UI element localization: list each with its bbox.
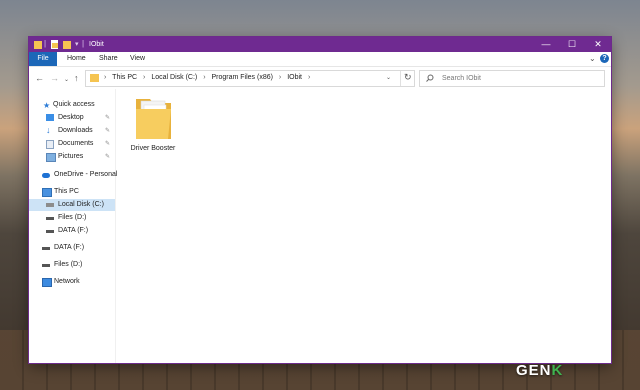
navigation-bar: ← → ⌄ ↑ › This PC › Local Disk (C:) › Pr… <box>29 67 611 89</box>
nav-item-label: This PC <box>54 188 79 195</box>
nav-item-label: Files (D:) <box>54 261 83 268</box>
nav-item-label: Pictures <box>58 153 84 160</box>
nav-item-label: Desktop <box>58 114 84 121</box>
nav-item-label: DATA (F:) <box>58 227 89 234</box>
nav-item-label: OneDrive - Personal <box>54 171 118 178</box>
network-icon <box>42 278 52 287</box>
search-box[interactable]: Search IObit <box>419 70 605 87</box>
nav-item-drive-files-d[interactable]: Files (D:) <box>29 259 115 271</box>
drive-icon <box>46 217 54 220</box>
nav-item-label: Network <box>54 278 80 285</box>
chevron-right-icon[interactable]: › <box>203 74 205 81</box>
watermark-text: GEN <box>516 362 552 379</box>
chevron-right-icon[interactable]: › <box>279 74 281 81</box>
pictures-icon <box>46 153 56 162</box>
nav-item-label: Files (D:) <box>58 214 87 221</box>
ribbon: File Home Share View ⌄ ? <box>29 52 611 67</box>
tab-file[interactable]: File <box>29 52 57 66</box>
tab-home[interactable]: Home <box>67 52 86 66</box>
help-icon[interactable]: ? <box>600 54 609 63</box>
search-input[interactable]: Search IObit <box>442 75 481 82</box>
nav-item-network[interactable]: Network <box>29 276 115 288</box>
desktop-icon <box>46 114 54 121</box>
pin-icon: ✎ <box>105 141 111 147</box>
tab-view[interactable]: View <box>130 52 145 66</box>
pin-icon: ✎ <box>105 154 111 160</box>
crumb-local-disk[interactable]: Local Disk (C:) <box>151 74 197 81</box>
nav-item-files-d[interactable]: Files (D:) <box>29 212 115 224</box>
folder-icon <box>34 41 42 49</box>
up-icon[interactable]: ↑ <box>74 73 79 83</box>
nav-item-this-pc[interactable]: This PC <box>29 186 115 198</box>
nav-item-label: Documents <box>58 140 94 147</box>
drive-icon <box>46 203 54 207</box>
computer-icon <box>42 188 52 197</box>
chevron-right-icon: › <box>104 74 107 81</box>
documents-icon <box>46 140 54 149</box>
new-folder-icon[interactable] <box>63 40 71 49</box>
explorer-window: | ▾ | IObit — ☐ ✕ File Home Share View ⌄… <box>29 37 611 363</box>
nav-item-label: DATA (F:) <box>54 244 85 251</box>
nav-item-label: Local Disk (C:) <box>58 201 104 208</box>
nav-item-downloads[interactable]: ↓ Downloads ✎ <box>29 125 115 137</box>
file-list: Driver Booster <box>116 89 611 363</box>
folder-icon <box>136 99 171 139</box>
address-dropdown-icon[interactable]: ⌄ <box>386 74 391 81</box>
nav-item-onedrive[interactable]: OneDrive - Personal <box>29 169 118 181</box>
breadcrumb: › This PC › Local Disk (C:) › Program Fi… <box>104 74 314 81</box>
nav-item-documents[interactable]: Documents ✎ <box>29 138 115 150</box>
quick-access[interactable]: ★ Quick access <box>29 99 115 111</box>
folder-label: Driver Booster <box>130 145 176 152</box>
navigation-pane: ★ Quick access Desktop ✎ ↓ Downloads ✎ D… <box>29 89 118 363</box>
pin-icon: ✎ <box>105 115 111 121</box>
pin-icon: ✎ <box>105 128 111 134</box>
drive-icon <box>42 264 50 267</box>
nav-item-data-f[interactable]: DATA (F:) <box>29 225 115 237</box>
search-icon <box>426 74 434 82</box>
close-button[interactable]: ✕ <box>585 37 611 52</box>
expand-ribbon-icon[interactable]: ⌄ <box>589 54 596 63</box>
crumb-program-files[interactable]: Program Files (x86) <box>211 74 272 81</box>
minimize-button[interactable]: — <box>533 37 559 52</box>
folder-icon <box>90 74 99 82</box>
star-icon: ★ <box>43 101 51 110</box>
divider <box>400 71 401 86</box>
address-bar[interactable]: › This PC › Local Disk (C:) › Program Fi… <box>85 70 415 87</box>
title-bar: | ▾ | IObit — ☐ ✕ <box>29 37 611 52</box>
quick-access-label: Quick access <box>53 101 95 108</box>
crumb-this-pc[interactable]: This PC <box>112 74 137 81</box>
drive-icon <box>46 230 54 233</box>
nav-item-pictures[interactable]: Pictures ✎ <box>29 151 115 163</box>
recent-locations-icon[interactable]: ⌄ <box>64 75 69 85</box>
window-title: IObit <box>89 41 104 48</box>
watermark-logo: GENK <box>516 362 563 379</box>
nav-item-label: Downloads <box>58 127 93 134</box>
refresh-icon[interactable]: ↻ <box>404 72 412 83</box>
divider: | <box>44 39 47 48</box>
nav-item-desktop[interactable]: Desktop ✎ <box>29 112 115 124</box>
tab-share[interactable]: Share <box>99 52 118 66</box>
cloud-icon <box>42 173 50 178</box>
folder-item-driver-booster[interactable]: Driver Booster <box>130 95 176 157</box>
maximize-button[interactable]: ☐ <box>559 37 585 52</box>
divider: | <box>82 39 85 48</box>
back-icon[interactable]: ← <box>35 73 44 83</box>
chevron-right-icon[interactable]: › <box>308 74 310 81</box>
customize-toolbar-icon[interactable]: ▾ <box>75 40 79 48</box>
properties-icon[interactable] <box>51 40 59 49</box>
downloads-icon: ↓ <box>46 125 51 135</box>
drive-icon <box>42 247 50 250</box>
forward-icon[interactable]: → <box>50 73 59 83</box>
watermark-accent: K <box>551 362 564 379</box>
nav-item-drive-data-f[interactable]: DATA (F:) <box>29 242 115 254</box>
nav-item-local-disk-c[interactable]: Local Disk (C:) <box>29 199 115 211</box>
chevron-right-icon[interactable]: › <box>143 74 145 81</box>
crumb-iobit[interactable]: IObit <box>287 74 302 81</box>
